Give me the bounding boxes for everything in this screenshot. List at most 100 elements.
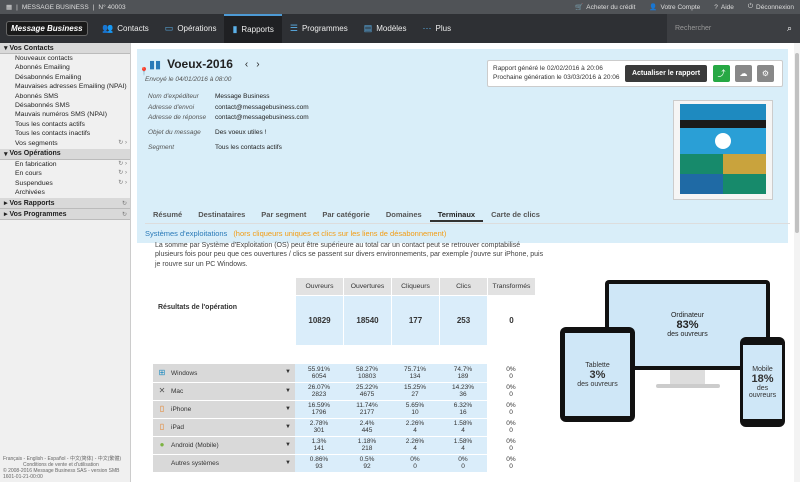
tablet-percent: 3%: [589, 368, 606, 381]
sidebar-item-email-unsubscribed[interactable]: Désabonnés Emailing: [0, 73, 130, 82]
mobile-sub: des ouvreurs: [748, 384, 777, 399]
dropdown-icon[interactable]: ▼: [285, 388, 291, 395]
buy-credit-link[interactable]: 🛒 Acheter du crédit: [575, 3, 635, 12]
sidebar-footer: Français - English - Español - 中文(简体) - …: [3, 456, 128, 480]
dropdown-icon[interactable]: ▼: [285, 424, 291, 431]
nav-modeles[interactable]: ▤ Modèles: [356, 14, 415, 43]
logout-link[interactable]: ⏻ Déconnexion: [748, 3, 794, 11]
meta-row: Nom d'expéditeur Message Business: [148, 93, 270, 100]
value-ouvreurs: 10829: [295, 295, 344, 346]
dropdown-icon[interactable]: ▼: [285, 406, 291, 413]
meta-row: Objet du message Des voeux utiles !: [148, 128, 267, 136]
android-icon: ●: [159, 440, 165, 449]
sidebar-item-new-contacts[interactable]: Nouveaux contacts: [0, 54, 130, 63]
os-row-android[interactable]: ● Android (Mobile) ▼ 1.3% 141 1.18% 218 2.26…: [153, 436, 535, 455]
tab-destinataires[interactable]: Destinataires: [190, 208, 253, 222]
windows-icon: ⊞: [158, 367, 166, 377]
sidebar-contacts-header[interactable]: ▾ Vos Contacts: [0, 43, 130, 54]
nav-rapports[interactable]: ▮ Rapports: [224, 14, 282, 43]
share-button[interactable]: ⤴: [713, 65, 730, 82]
help-icon: ?: [714, 3, 718, 11]
tab-resume[interactable]: Résumé: [145, 208, 190, 222]
sidebar-item-segments[interactable]: Vos segments ↻ ›: [0, 139, 130, 148]
header-cliqueurs: Cliqueurs: [391, 277, 440, 296]
section-description: La somme par Système d'Exploitation (OS)…: [155, 242, 544, 268]
nav-operations[interactable]: ▭ Opérations: [157, 14, 225, 43]
previous-arrow-icon[interactable]: ‹: [245, 59, 248, 70]
refresh-report-button[interactable]: Actualiser le rapport: [625, 65, 707, 82]
value-clics: 253: [439, 295, 488, 346]
logout-icon: ⏻: [747, 3, 754, 10]
download-button[interactable]: ☁: [735, 65, 752, 82]
nav-programmes[interactable]: ☰ Programmes: [282, 14, 356, 43]
refresh-chevron-icon[interactable]: ↻ ›: [118, 160, 127, 169]
refresh-icon[interactable]: ↻: [122, 200, 127, 207]
grid-icon[interactable]: ▦: [6, 3, 12, 11]
os-row-mac[interactable]: ✕ Mac ▼ 26.07% 2823 25.22% 4675 15.25% 27 14.…: [153, 382, 535, 401]
logo[interactable]: Message Business: [0, 14, 94, 43]
os-table: ⊞ Windows ▼ 55.91% 6054 58.27% 10803 75.71% 1…: [153, 364, 535, 473]
tab-par-segment[interactable]: Par segment: [253, 208, 314, 222]
os-row-iphone[interactable]: ▯ iPhone ▼ 16.59% 1796 11.74% 2177 5.65% 10 6…: [153, 400, 535, 419]
sidebar-item-sms-unsubscribed[interactable]: Désabonnés SMS: [0, 101, 130, 110]
main-nav: Message Business 👥 Contacts ▭ Opérations ▮…: [0, 14, 800, 43]
tab-par-categorie[interactable]: Par catégorie: [314, 208, 378, 222]
refresh-chevron-icon[interactable]: ↻ ›: [118, 169, 127, 178]
main-scrollbar[interactable]: [794, 43, 800, 482]
refresh-chevron-icon[interactable]: ↻ ›: [118, 179, 127, 188]
header-ouvreurs: Ouvreurs: [295, 277, 344, 296]
scrollbar-thumb[interactable]: [795, 53, 799, 233]
sidebar-operations-header[interactable]: ▾ Vos Opérations: [0, 148, 130, 160]
results-table: Ouvreurs Ouvertures Cliqueurs Clics Tran…: [153, 277, 536, 346]
dropdown-icon[interactable]: ▼: [285, 369, 291, 376]
tab-domaines[interactable]: Domaines: [378, 208, 430, 222]
pin-icon[interactable]: 📍: [139, 67, 149, 76]
top-bar: ▦ | MESSAGE BUSINESS | N° 40003 🛒 Acheter…: [0, 0, 800, 14]
dropdown-icon[interactable]: ▼: [285, 442, 291, 449]
help-link[interactable]: ? Aide: [714, 3, 734, 11]
settings-button[interactable]: ⚙: [757, 65, 774, 82]
apple-icon: ✕: [158, 386, 166, 395]
nav-plus[interactable]: ⋯ Plus: [415, 14, 460, 43]
sidebar-item-email-bad-addresses[interactable]: Mauvaises adresses Emailing (NPAI): [0, 82, 130, 91]
user-icon: 👤: [649, 4, 658, 11]
nav-contacts[interactable]: 👥 Contacts: [94, 14, 157, 43]
search-input[interactable]: Rechercher ⌕: [667, 14, 800, 43]
refresh-icon[interactable]: ↻: [122, 211, 127, 218]
account-link[interactable]: 👤 Votre Compte: [649, 3, 700, 12]
os-row-others[interactable]: Autres systèmes ▼ 0.86% 93 0.5% 92 0% 0 0% 0 …: [153, 454, 535, 473]
bar-chart-icon: ▮▮: [149, 58, 162, 71]
tablet-sub: des ouvreurs: [577, 380, 618, 388]
refresh-chevron-icon[interactable]: ↻ ›: [118, 139, 127, 148]
search-icon[interactable]: ⌕: [787, 23, 792, 34]
os-row-ipad[interactable]: ▯ iPad ▼ 2.78% 301 2.4% 445 2.26% 4 1.58% 4 0%…: [153, 418, 535, 437]
report-box: Rapport généré le 02/02/2016 à 20:06 Pro…: [487, 60, 783, 87]
sidebar-item-suspended[interactable]: Suspendues ↻ ›: [0, 179, 130, 188]
sidebar-item-inactive-contacts[interactable]: Tous les contacts inactifs: [0, 129, 130, 138]
sidebar-reports-header[interactable]: ▸ Vos Rapports ↻: [0, 198, 130, 210]
sidebar-item-active-contacts[interactable]: Tous les contacts actifs: [0, 120, 130, 129]
sidebar-item-email-subscribers[interactable]: Abonnés Emailing: [0, 63, 130, 72]
bar-chart-icon: ▮: [232, 24, 238, 34]
sidebar-item-sms-bad-numbers[interactable]: Mauvais numéros SMS (NPAI): [0, 110, 130, 119]
desktop-sub: des ouvreurs: [667, 331, 708, 338]
company-name: MESSAGE BUSINESS: [21, 3, 89, 11]
sidebar-item-archived[interactable]: Archivées: [0, 188, 130, 197]
sidebar-item-running[interactable]: En cours ↻ ›: [0, 169, 130, 178]
desktop-percent: 83%: [676, 319, 699, 331]
next-arrow-icon[interactable]: ›: [256, 59, 259, 70]
tab-terminaux[interactable]: Terminaux: [429, 208, 484, 222]
tablet-label: Tablette: [585, 361, 610, 369]
sent-date: Envoyé le 04/01/2016 à 08:00: [145, 76, 232, 83]
dropdown-icon[interactable]: ▼: [285, 460, 291, 467]
os-row-windows[interactable]: ⊞ Windows ▼ 55.91% 6054 58.27% 10803 75.71% 1…: [153, 364, 535, 383]
sidebar-item-sms-subscribers[interactable]: Abonnés SMS: [0, 92, 130, 101]
report-tabs: Résumé Destinataires Par segment Par cat…: [145, 208, 548, 222]
sidebar-programs-header[interactable]: ▸ Vos Programmes ↻: [0, 209, 130, 221]
monitor-stand: [670, 370, 705, 384]
email-preview-thumbnail[interactable]: [673, 100, 773, 200]
operation-title: Voeux-2016: [167, 57, 233, 71]
tab-carte-de-clics[interactable]: Carte de clics: [483, 208, 548, 222]
value-cliqueurs: 177: [391, 295, 440, 346]
sidebar-item-in-progress-build[interactable]: En fabrication ↻ ›: [0, 160, 130, 169]
